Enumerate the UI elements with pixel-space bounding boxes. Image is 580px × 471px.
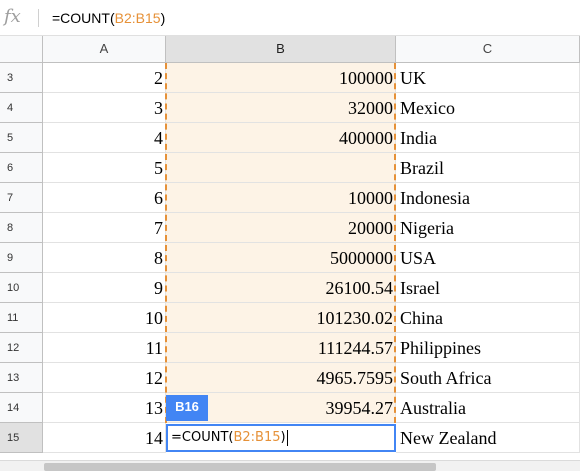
cell-c11[interactable]: China (396, 303, 580, 333)
cell-a14[interactable]: 13 (43, 393, 166, 423)
row-header-12[interactable]: 12 (0, 333, 43, 363)
formula-range-ref: B2:B15 (114, 10, 161, 26)
cell-b5[interactable]: 400000 (166, 123, 396, 153)
cell-a4[interactable]: 3 (43, 93, 166, 123)
cell-c13[interactable]: South Africa (396, 363, 580, 393)
cell-c14[interactable]: Australia (396, 393, 580, 423)
cell-b9[interactable]: 5000000 (166, 243, 396, 273)
formula-function: =COUNT( (52, 10, 115, 26)
cell-c10[interactable]: Israel (396, 273, 580, 303)
cell-b3[interactable]: 100000 (166, 63, 396, 93)
row-header-3[interactable]: 3 (0, 63, 43, 93)
row-header-15[interactable]: 15 (0, 423, 43, 453)
spreadsheet-grid: A B C 3 2 100000 UK 4 3 32000 Mexico 5 4 400000 India 6… (0, 36, 580, 464)
fx-icon: fx (4, 6, 21, 27)
cell-c6[interactable]: Brazil (396, 153, 580, 183)
cell-c8[interactable]: Nigeria (396, 213, 580, 243)
select-all-corner[interactable] (0, 36, 43, 63)
row-header-13[interactable]: 13 (0, 363, 43, 393)
cell-a12[interactable]: 11 (43, 333, 166, 363)
cell-c5[interactable]: India (396, 123, 580, 153)
cell-c9[interactable]: USA (396, 243, 580, 273)
cell-b6[interactable] (166, 153, 396, 183)
formula-input[interactable]: =COUNT(B2:B15) (52, 8, 165, 28)
cell-b12[interactable]: 111244.57 (166, 333, 396, 363)
cell-b7[interactable]: 10000 (166, 183, 396, 213)
cell-a10[interactable]: 9 (43, 273, 166, 303)
row-header-11[interactable]: 11 (0, 303, 43, 333)
editor-close-paren: ) (280, 430, 286, 445)
cell-b4[interactable]: 32000 (166, 93, 396, 123)
formula-bar-divider (38, 9, 39, 27)
cell-c15[interactable]: New Zealand (396, 423, 580, 453)
cell-b13[interactable]: 4965.7595 (166, 363, 396, 393)
column-header-c[interactable]: C (396, 36, 580, 63)
cell-a9[interactable]: 8 (43, 243, 166, 273)
active-cell-editor[interactable]: =COUNT(B2:B15) (166, 424, 396, 452)
column-header-b[interactable]: B (166, 36, 396, 63)
range-highlight-left (165, 63, 167, 423)
cell-a3[interactable]: 2 (43, 63, 166, 93)
cell-c3[interactable]: UK (396, 63, 580, 93)
column-header-a[interactable]: A (43, 36, 166, 63)
cell-a7[interactable]: 6 (43, 183, 166, 213)
cell-a5[interactable]: 4 (43, 123, 166, 153)
row-header-4[interactable]: 4 (0, 93, 43, 123)
range-highlight-right (394, 63, 396, 423)
cell-a11[interactable]: 10 (43, 303, 166, 333)
row-header-8[interactable]: 8 (0, 213, 43, 243)
row-header-14[interactable]: 14 (0, 393, 43, 423)
row-header-10[interactable]: 10 (0, 273, 43, 303)
cell-b8[interactable]: 20000 (166, 213, 396, 243)
cell-a15[interactable]: 14 (43, 423, 166, 453)
row-header-9[interactable]: 9 (0, 243, 43, 273)
cell-a8[interactable]: 7 (43, 213, 166, 243)
cell-b10[interactable]: 26100.54 (166, 273, 396, 303)
formula-bar: fx =COUNT(B2:B15) (0, 0, 580, 36)
active-cell-label: B16 (166, 395, 208, 421)
text-caret (286, 429, 288, 446)
cell-b11[interactable]: 101230.02 (166, 303, 396, 333)
cell-c12[interactable]: Philippines (396, 333, 580, 363)
cell-c4[interactable]: Mexico (396, 93, 580, 123)
cell-c7[interactable]: Indonesia (396, 183, 580, 213)
cell-a13[interactable]: 12 (43, 363, 166, 393)
formula-close-paren: ) (160, 10, 166, 26)
row-header-7[interactable]: 7 (0, 183, 43, 213)
scrollbar-thumb[interactable] (44, 463, 436, 471)
horizontal-scrollbar[interactable] (0, 460, 580, 471)
row-header-6[interactable]: 6 (0, 153, 43, 183)
editor-function: =COUNT( (171, 430, 234, 445)
editor-range-ref: B2:B15 (233, 430, 281, 445)
cell-a6[interactable]: 5 (43, 153, 166, 183)
row-header-5[interactable]: 5 (0, 123, 43, 153)
